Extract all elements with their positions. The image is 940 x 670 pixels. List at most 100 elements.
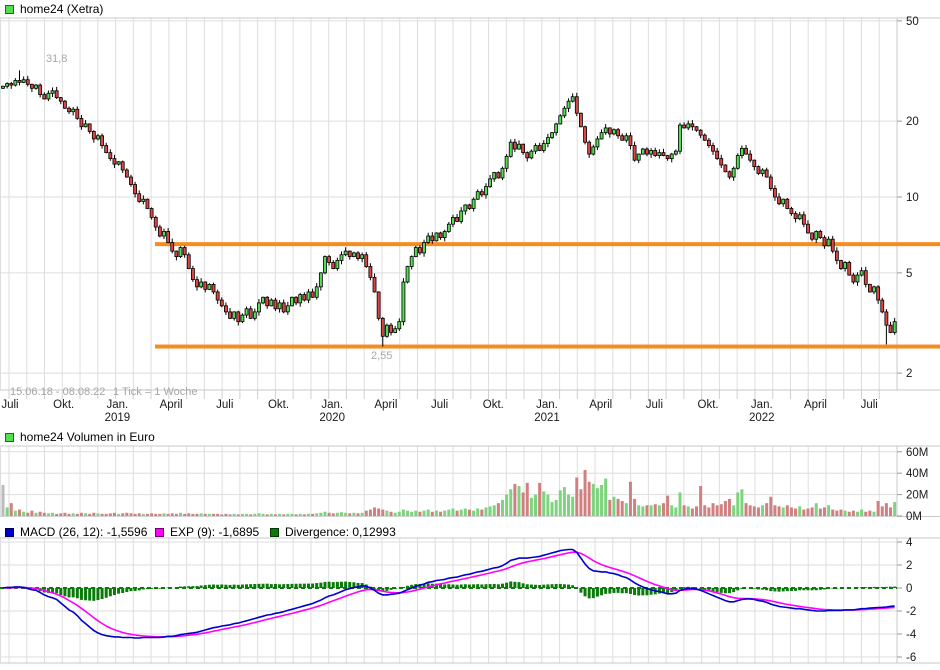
- candle-body: [427, 236, 430, 242]
- divergence-bar: [530, 585, 533, 588]
- volume-swatch-icon: [5, 433, 14, 442]
- divergence-bar: [617, 588, 620, 593]
- candle-body: [47, 93, 50, 99]
- volume-bar: [749, 505, 752, 516]
- divergence-bar: [233, 585, 236, 588]
- volume-bar: [373, 507, 376, 516]
- volume-bar: [484, 507, 487, 516]
- volume-bar: [687, 506, 690, 516]
- divergence-bar: [179, 586, 182, 588]
- volume-bar: [893, 502, 896, 516]
- divergence-bar: [571, 585, 574, 588]
- candle-body: [844, 262, 847, 268]
- x-axis-label: April: [374, 399, 397, 411]
- candle-body: [369, 266, 372, 277]
- candle-body: [451, 217, 454, 224]
- volume-bar: [43, 513, 46, 516]
- volume-bar: [596, 488, 599, 516]
- macd-axis-label: 0: [906, 583, 912, 595]
- candle-body: [885, 312, 888, 325]
- volume-bar: [47, 513, 50, 516]
- divergence-bar: [125, 588, 128, 592]
- divergence-bar: [468, 585, 471, 588]
- volume-bar: [113, 513, 116, 516]
- volume-bar: [88, 514, 91, 516]
- candle-body: [414, 248, 417, 257]
- divergence-bar: [129, 588, 132, 591]
- volume-bar: [76, 514, 79, 516]
- volume-bar: [142, 514, 145, 516]
- candle-body: [319, 273, 322, 287]
- volume-bar: [253, 514, 256, 516]
- volume-bar: [158, 514, 161, 516]
- candle-body: [769, 177, 772, 189]
- volume-bar: [224, 514, 227, 516]
- macd-legend-divergence: Divergence: 0,12993: [270, 525, 396, 539]
- candle-body: [588, 142, 591, 154]
- divergence-bar: [480, 584, 483, 588]
- divergence-bar: [546, 584, 549, 588]
- volume-bar: [464, 509, 467, 516]
- macd-axis-label: -2: [906, 606, 916, 618]
- divergence-bar: [295, 584, 298, 588]
- divergence-bar: [278, 584, 281, 588]
- candle-body: [196, 280, 199, 287]
- volume-bar: [811, 507, 814, 516]
- divergence-bar: [629, 588, 632, 594]
- candle-body: [707, 140, 710, 145]
- candle-body: [224, 306, 227, 312]
- candle-body: [513, 142, 516, 149]
- volume-bar: [757, 507, 760, 516]
- candle-body: [645, 149, 648, 154]
- candle-body: [678, 125, 681, 151]
- candle-body: [893, 322, 896, 333]
- candle-body: [208, 284, 211, 289]
- volume-bar: [315, 513, 318, 516]
- divergence-bar: [290, 584, 293, 588]
- candle-body: [745, 148, 748, 154]
- candle-body: [790, 209, 793, 214]
- volume-bar: [427, 510, 430, 516]
- volume-bar: [365, 511, 368, 516]
- candle-body: [105, 146, 108, 153]
- volume-bar: [773, 505, 776, 516]
- candle-body: [171, 242, 174, 251]
- volume-bar: [670, 505, 673, 516]
- divergence-bar: [373, 588, 376, 589]
- candle-body: [26, 80, 29, 85]
- volume-bar: [728, 499, 731, 516]
- volume-bar: [237, 514, 240, 516]
- volume-bar: [480, 510, 483, 516]
- divergence-bar: [447, 584, 450, 588]
- divergence-bar: [873, 587, 876, 588]
- divergence-bar: [786, 588, 789, 591]
- volume-bar: [691, 509, 694, 516]
- macd-axis-label: -4: [906, 629, 917, 641]
- candle-body: [179, 248, 182, 257]
- candle-body: [377, 292, 380, 318]
- volume-bar: [431, 512, 434, 516]
- candle-body: [278, 303, 281, 309]
- volume-bar: [187, 513, 190, 516]
- candle-body: [336, 260, 339, 268]
- divergence-bar: [229, 585, 232, 588]
- divergence-bar: [827, 588, 830, 589]
- candle-body: [274, 300, 277, 309]
- divergence-bar: [68, 588, 71, 597]
- x-axis-label: April: [160, 399, 183, 411]
- volume-bar: [179, 513, 182, 516]
- divergence-bar: [621, 588, 624, 593]
- candle-body: [786, 199, 789, 208]
- candle-body: [596, 139, 599, 147]
- volume-bar: [575, 477, 578, 516]
- candle-body: [257, 303, 260, 312]
- volume-bar: [852, 511, 855, 516]
- volume-bar: [579, 489, 582, 516]
- volume-bar: [447, 510, 450, 516]
- candle-body: [55, 91, 58, 98]
- volume-bar: [229, 514, 232, 516]
- candle-body: [546, 138, 549, 144]
- volume-bar: [200, 513, 203, 516]
- volume-bar: [51, 513, 54, 516]
- candle-body: [736, 156, 739, 169]
